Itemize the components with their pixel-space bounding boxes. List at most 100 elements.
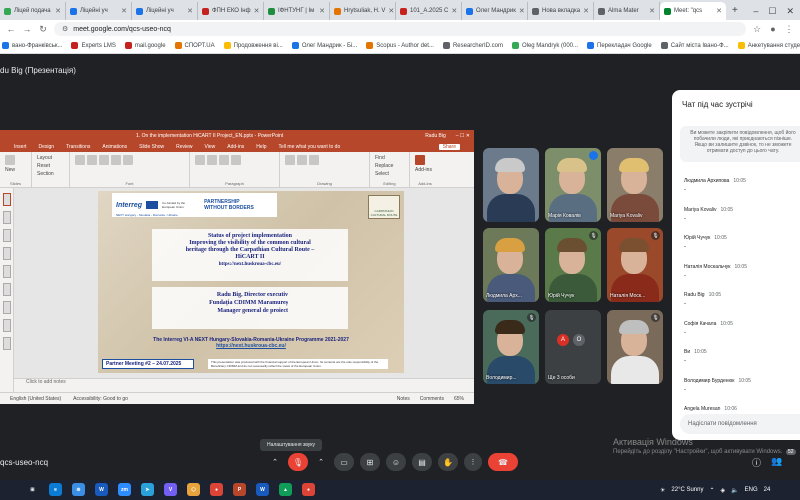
slide-thumbnail	[3, 337, 11, 350]
tab-close-icon[interactable]: ✕	[319, 7, 325, 15]
taskbar-app-icon[interactable]: ⬡	[187, 483, 200, 496]
clock[interactable]: 24	[764, 487, 771, 493]
tab-favicon-icon	[532, 7, 539, 15]
address-bar[interactable]: ⚙ meet.google.com/qcs-useo-ncq	[54, 22, 746, 36]
window-control-button[interactable]: ☐	[768, 6, 776, 17]
tab-close-icon[interactable]: ✕	[388, 7, 394, 15]
network-icon[interactable]: ◈	[721, 487, 726, 494]
tab-close-icon[interactable]: ✕	[451, 7, 457, 15]
participant-tile[interactable]: 🎙	[607, 310, 663, 384]
tab-close-icon[interactable]: ✕	[121, 7, 127, 15]
bookmark-item[interactable]: Сайт міста Івано-Ф...	[660, 42, 729, 49]
taskbar-app-icon[interactable]: ➤	[141, 483, 154, 496]
taskbar-app-icon[interactable]: V	[164, 483, 177, 496]
bookmark-item[interactable]: Анкетування студе...	[737, 42, 800, 49]
bookmark-item[interactable]: mail.google	[124, 42, 166, 49]
taskbar-app-icon[interactable]: ▲	[279, 483, 292, 496]
mic-off-button[interactable]: 🎙	[288, 453, 308, 471]
participant-tile[interactable]: 🎙 Наталія Моск...	[607, 228, 663, 302]
tab-close-icon[interactable]: ✕	[55, 7, 61, 15]
chat-message-input[interactable]: Надіслати повідомлення	[680, 414, 800, 434]
tab-favicon-icon	[70, 7, 77, 15]
powerpoint-statusbar: English (United States) Accessibility: G…	[0, 392, 474, 404]
participant-tile[interactable]: Людмила Арх...	[483, 228, 539, 302]
browser-tab[interactable]: Ліцей подача ✕	[0, 2, 66, 20]
bookmark-item[interactable]: СПОРТ.UA	[174, 42, 215, 49]
speaker-icon[interactable]: 🔈	[731, 487, 738, 494]
bookmark-item[interactable]: Олег Мандрик - Бі...	[291, 42, 357, 49]
status-notes: Notes	[396, 395, 410, 402]
chat-time: 10:05	[734, 263, 747, 270]
bookmark-item[interactable]: Перекладач Google	[587, 42, 652, 49]
camera-button[interactable]: ▭	[334, 453, 354, 471]
tab-close-icon[interactable]: ✕	[649, 7, 655, 15]
present-screen-button[interactable]: ⊞	[360, 453, 380, 471]
browser-tab[interactable]: 101_A.2025 C ✕	[396, 2, 462, 20]
windows-taskbar: ⊞ e ⊚ Wzm ➤ V ⬡ ● P W ▲ ● ☀ 22°C Sunny ⌃ ◈ 🔈 ENG 24	[0, 480, 800, 500]
tab-close-icon[interactable]: ✕	[187, 7, 193, 15]
bookmark-item[interactable]: ResearcherID.com	[442, 42, 503, 49]
browser-tab[interactable]: Олег Мандрик ✕	[462, 2, 528, 20]
back-icon[interactable]: ←	[6, 24, 16, 34]
new-tab-button[interactable]: +	[726, 2, 744, 20]
reload-icon[interactable]: ↻	[38, 24, 48, 35]
taskbar-app-icon[interactable]: W	[95, 483, 108, 496]
browser-tab[interactable]: Ліцейні уч ✕	[132, 2, 198, 20]
ribbon-select-label: Select	[375, 171, 389, 177]
profile-icon[interactable]: ●	[768, 24, 778, 34]
powerpoint-menu-item: Review	[176, 144, 193, 150]
participant-hair	[495, 238, 525, 252]
browser-tab[interactable]: Alma Mater ✕	[594, 2, 660, 20]
taskbar-app-icon[interactable]: ●	[210, 483, 223, 496]
bookmark-item[interactable]: вано-Франківськ...	[2, 42, 62, 49]
bookmark-label: Experts LMS	[81, 42, 116, 49]
people-icon[interactable]: 👥	[771, 456, 782, 469]
language-indicator[interactable]: ENG	[745, 487, 758, 493]
participant-tile[interactable]: Mariya Kovaliv	[607, 148, 663, 222]
bookmark-star-icon[interactable]: ☆	[752, 24, 762, 35]
taskbar-app-icon[interactable]: zm	[118, 483, 131, 496]
tab-close-icon[interactable]: ✕	[583, 7, 589, 15]
browser-tab[interactable]: ФПН ЕКО Інф ✕	[198, 2, 264, 20]
captions-button[interactable]: ▤	[412, 453, 432, 471]
browser-tab[interactable]: Meet: "qcs ✕	[660, 2, 726, 20]
participant-tile[interactable]: A O Ще 3 особи	[545, 310, 601, 384]
browser-tab[interactable]: Нова вкладка ✕	[528, 2, 594, 20]
site-info-icon[interactable]: ⚙	[62, 25, 68, 33]
browser-tab[interactable]: ІФНТУНГ | Ім ✕	[264, 2, 330, 20]
participant-tile[interactable]: Марія Ковалів	[545, 148, 601, 222]
taskbar-app-icon[interactable]: ⊚	[72, 483, 85, 496]
powerpoint-share-button: Share	[438, 144, 460, 150]
more-options-button[interactable]: ⋮	[464, 453, 482, 471]
tab-close-icon[interactable]: ✕	[519, 7, 525, 15]
bookmark-item[interactable]: Scopus - Author det...	[366, 42, 434, 49]
tab-close-icon[interactable]: ✕	[716, 7, 722, 15]
taskbar-app-icon[interactable]: P	[233, 483, 246, 496]
tab-close-icon[interactable]: ✕	[254, 7, 260, 15]
browser-tab[interactable]: Hrytsuliak, H. V ✕	[330, 2, 396, 20]
emoji-reactions-button[interactable]: ☺	[386, 453, 406, 471]
browser-tab[interactable]: Ліцейні уч ✕	[66, 2, 132, 20]
leave-call-button[interactable]: ☎	[488, 453, 518, 471]
bookmark-item[interactable]: Oleg Mandryk (000...	[511, 42, 578, 49]
menu-icon[interactable]: ⋮	[784, 24, 794, 35]
forward-icon[interactable]: →	[22, 24, 32, 34]
taskbar-app-icon[interactable]: ●	[302, 483, 315, 496]
participant-tile[interactable]	[483, 148, 539, 222]
window-control-button[interactable]: ✕	[786, 6, 794, 17]
taskbar-app-icon[interactable]: e	[49, 483, 62, 496]
taskbar-app-icon[interactable]: W	[256, 483, 269, 496]
participant-tile[interactable]: 🎙 Володимир...	[483, 310, 539, 384]
slide-link: https://next.huskroua-cbc.eu/	[218, 262, 282, 267]
bookmark-item[interactable]: Продовження ві...	[223, 42, 283, 49]
taskbar-app-icon[interactable]: ⊞	[26, 483, 39, 496]
info-icon[interactable]: ⓘ	[752, 456, 761, 469]
participant-tile[interactable]: 🎙 Юрій Чучук	[545, 228, 601, 302]
slide-disclaimer: This presentation was produced with the …	[208, 359, 388, 369]
audio-options-chevron-icon[interactable]: ⌃	[268, 453, 282, 471]
bookmark-item[interactable]: Experts LMS	[71, 42, 116, 49]
video-options-chevron-icon[interactable]: ⌃	[314, 453, 328, 471]
window-control-button[interactable]: –	[753, 6, 758, 16]
tray-arrow-icon[interactable]: ⌃	[709, 487, 714, 494]
raise-hand-button[interactable]: ✋	[438, 453, 458, 471]
